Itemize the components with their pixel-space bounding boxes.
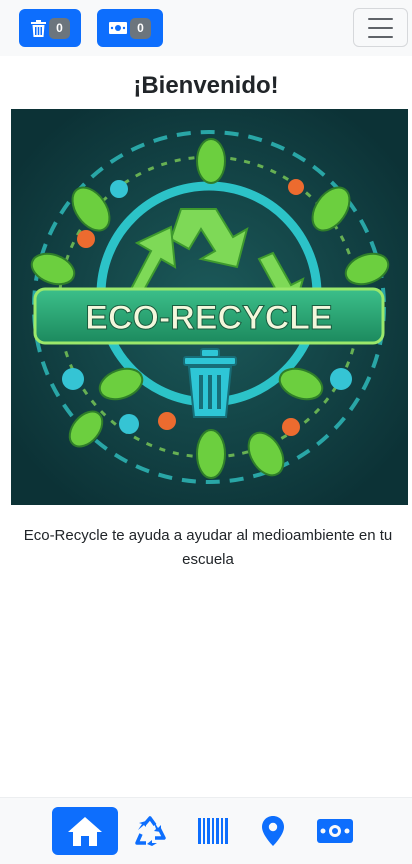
menu-toggle-button[interactable] [353, 8, 408, 47]
trash-counter-button[interactable]: 0 [19, 9, 81, 47]
trash-icon [31, 19, 46, 37]
bottom-navigation [0, 797, 412, 864]
nav-map-location[interactable] [240, 807, 306, 855]
nav-recycle[interactable] [117, 807, 183, 855]
money-icon [317, 819, 353, 843]
app-description: Eco-Recycle te ayuda a ayudar al medioam… [23, 527, 393, 568]
logo-text: ECO-RECYCLE [85, 299, 332, 337]
trash-count-badge: 0 [49, 17, 70, 39]
money-count-badge: 0 [130, 17, 151, 39]
recycle-icon [135, 816, 166, 846]
top-navbar: 0 0 [0, 0, 412, 56]
money-counter-button[interactable]: 0 [97, 9, 163, 47]
nav-money[interactable] [302, 807, 368, 855]
map-pin-icon [262, 816, 284, 846]
eco-recycle-logo: ECO-RECYCLE [11, 109, 408, 505]
eco-recycle-logo-image: ECO-RECYCLE [11, 109, 408, 505]
barcode-icon [198, 818, 228, 844]
hamburger-icon [368, 26, 393, 29]
home-icon [68, 817, 102, 846]
nav-home[interactable] [52, 807, 118, 855]
money-icon [109, 22, 127, 34]
page-title: ¡Bienvenido! [133, 72, 279, 99]
hamburger-icon [368, 17, 393, 20]
hamburger-icon [368, 35, 393, 38]
nav-barcode-scan[interactable] [181, 807, 247, 855]
